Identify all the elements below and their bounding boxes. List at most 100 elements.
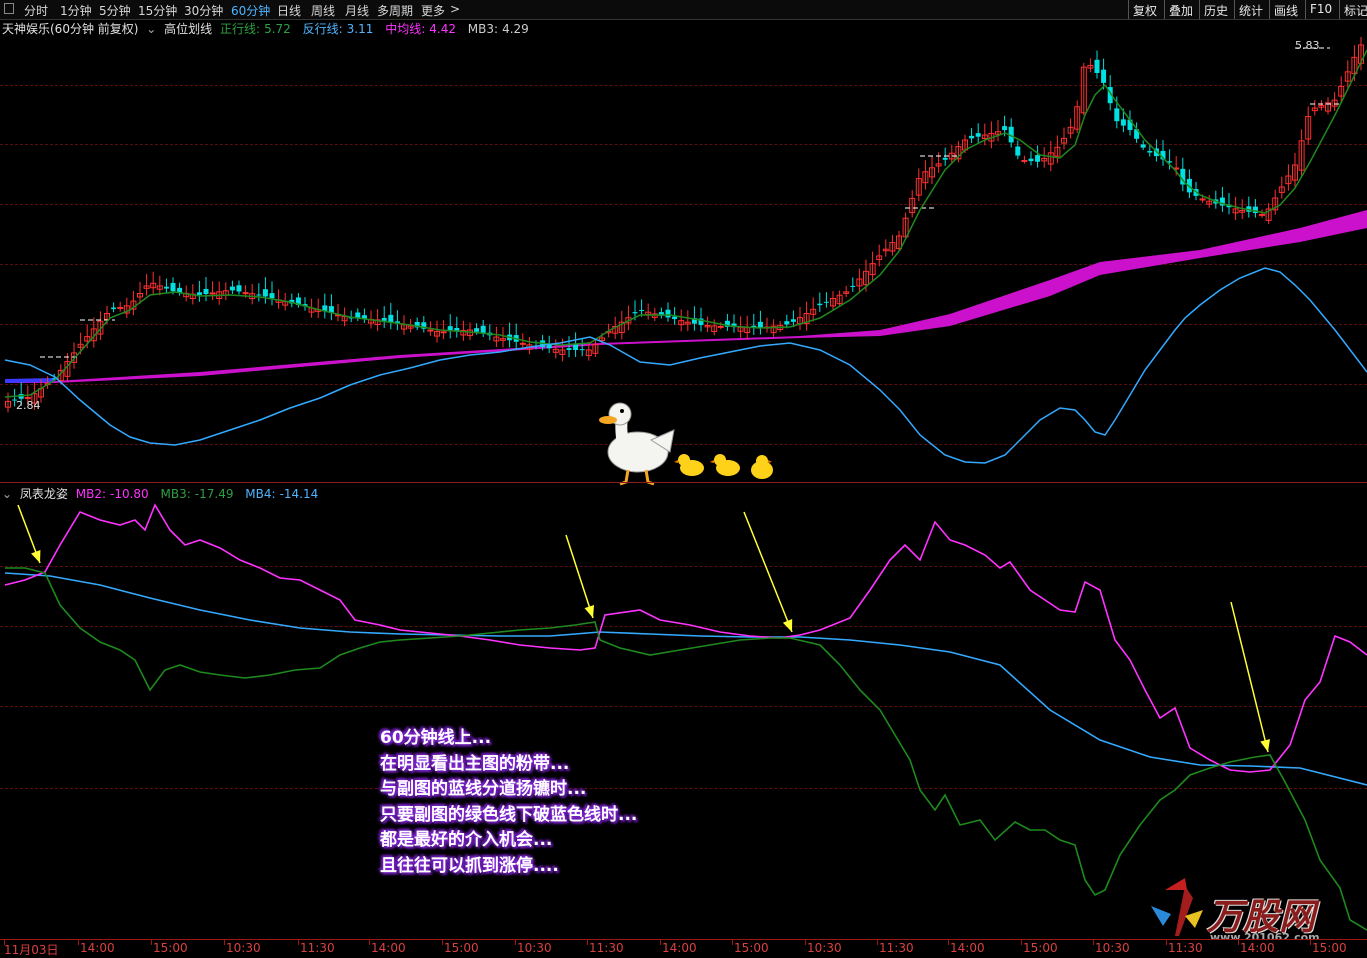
axis-label: 10:30: [807, 941, 842, 955]
axis-tick: [151, 940, 152, 945]
axis-label: 11月03日: [4, 943, 59, 957]
toolbar-button[interactable]: 复权: [1128, 0, 1161, 19]
axis-label: 14:00: [662, 941, 697, 955]
arrow-head-icon: [782, 619, 793, 632]
candle-body: [163, 286, 169, 289]
main-indicator-name[interactable]: 高位划线: [164, 22, 212, 36]
candle-body: [1002, 126, 1008, 131]
candle-body: [1015, 146, 1021, 156]
candle-body: [942, 157, 948, 160]
axis-tick: [369, 940, 370, 945]
legend-sub-mb3: MB3: -17.49: [160, 487, 234, 501]
axis-tick: [1310, 940, 1311, 945]
main-pane-title: 天神娱乐(60分钟 前复权) ⌄ 高位划线 正行线: 5.72 反行线: 3.11 …: [2, 20, 537, 36]
candle-body: [823, 301, 829, 303]
axis-tick: [442, 940, 443, 945]
axis-tick: [587, 940, 588, 945]
axis-label: 10:30: [517, 941, 552, 955]
candle-body: [573, 344, 579, 350]
candle-body: [1114, 108, 1120, 122]
candle-body: [242, 292, 249, 295]
pane-separator[interactable]: [0, 482, 1367, 483]
axis-label: 11:30: [300, 941, 335, 955]
candle-body: [1094, 59, 1100, 73]
axis-label: 11:30: [589, 941, 624, 955]
legend-mb2: MB2: -10.80: [75, 487, 149, 501]
period-tab[interactable]: 月线: [345, 2, 369, 19]
stock-label: 天神娱乐(60分钟 前复权): [2, 22, 139, 36]
axis-tick: [298, 940, 299, 945]
candle-body: [474, 328, 480, 332]
toolbar-button[interactable]: 历史: [1199, 0, 1232, 19]
indicator-dropdown-icon[interactable]: ⌄: [146, 22, 156, 36]
period-tab[interactable]: 30分钟: [184, 2, 223, 19]
period-tab[interactable]: 多周期: [377, 2, 413, 19]
candle-body: [969, 135, 975, 139]
legend-zheng: 正行线: 5.72: [220, 22, 291, 36]
axis-tick: [948, 940, 949, 945]
legend-mb3: MB3: 4.29: [467, 22, 529, 36]
zheng-line: [4, 49, 1367, 398]
candle-body: [229, 286, 235, 291]
candle-body: [117, 306, 124, 309]
legend-fan: 反行线: 3.11: [302, 22, 374, 36]
axis-tick: [805, 940, 806, 945]
signal-arrow: [565, 534, 594, 619]
mb4-line: [4, 572, 1367, 786]
candle-body: [111, 307, 117, 310]
axis-label: 10:30: [1095, 941, 1130, 955]
axis-tick: [1021, 940, 1022, 945]
axis-label: 14:00: [950, 941, 985, 955]
axis-label: 11:30: [879, 941, 914, 955]
more-chevron-icon[interactable]: >: [450, 2, 460, 16]
sub-pane-title: ⌄ 凤表龙姿 MB2: -10.80 MB3: -17.49 MB4: -14.14: [2, 485, 326, 501]
candle-body: [170, 282, 176, 292]
axis-tick: [732, 940, 733, 945]
toolbar-button[interactable]: 画线: [1269, 0, 1302, 19]
period-tab[interactable]: 1分钟: [60, 2, 92, 19]
candle-body: [1028, 158, 1034, 162]
candle-body: [566, 348, 572, 350]
axis-label: 14:00: [371, 941, 406, 955]
toolbar-button[interactable]: F10: [1305, 0, 1336, 19]
period-tab[interactable]: 60分钟: [231, 2, 270, 19]
candle-body: [519, 342, 526, 345]
sub-indicator-name[interactable]: 凤表龙姿: [20, 487, 68, 501]
period-tab[interactable]: 15分钟: [138, 2, 177, 19]
toolbar-button[interactable]: 统计: [1234, 0, 1267, 19]
candle-body: [381, 318, 387, 321]
annotation-line: 与副图的蓝线分道扬镳时...: [380, 779, 587, 799]
candle-body: [1021, 159, 1028, 162]
candle-body: [672, 316, 678, 320]
candle-body: [256, 294, 262, 296]
candle-body: [632, 312, 638, 314]
candle-body: [480, 325, 486, 334]
arrow-head-icon: [31, 550, 41, 563]
candle-body: [262, 289, 268, 297]
arrow-head-icon: [1260, 739, 1270, 752]
candle-body: [196, 292, 202, 295]
time-axis: 11月03日 14:00 15:00 10:30 11:30 14:00 15:00 10:3…: [0, 939, 1367, 958]
axis-label: 14:00: [80, 941, 115, 955]
candle-body: [579, 349, 585, 351]
magenta-band: [5, 210, 1367, 383]
period-tab[interactable]: 更多: [421, 2, 445, 19]
toolbar-button[interactable]: 标记: [1339, 0, 1367, 19]
sub-indicator-dropdown-icon[interactable]: ⌄: [2, 487, 12, 501]
period-tab[interactable]: 分时: [24, 2, 48, 19]
axis-tick: [1093, 940, 1094, 945]
annotation-line: 只要副图的绿色线下破蓝色线时...: [380, 804, 638, 825]
period-tab[interactable]: 日线: [277, 2, 301, 19]
axis-label: 15:00: [734, 941, 769, 955]
menu-icon[interactable]: [4, 3, 14, 14]
toolbar-button[interactable]: 叠加: [1164, 0, 1197, 19]
candle-body: [757, 321, 763, 328]
period-tab[interactable]: 5分钟: [99, 2, 131, 19]
period-tab[interactable]: 周线: [311, 2, 335, 19]
candle-body: [1147, 150, 1153, 153]
sub-chart[interactable]: [0, 503, 1367, 939]
low-price-label: 2.84: [16, 399, 41, 412]
legend-zhong: 中均线: 4.42: [385, 22, 456, 36]
axis-tick: [660, 940, 661, 945]
axis-tick: [224, 940, 225, 945]
